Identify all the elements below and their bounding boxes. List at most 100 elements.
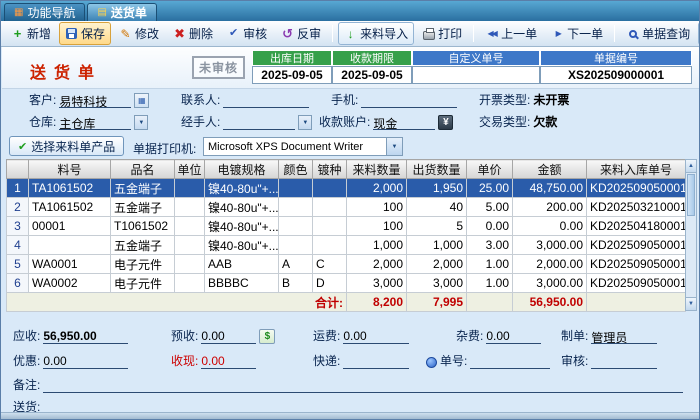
col-header[interactable]: 来料入库单号 [587, 160, 686, 179]
col-header[interactable]: 出货数量 [407, 160, 467, 179]
cell[interactable]: T1061502 [111, 217, 175, 236]
col-header[interactable]: 电镀规格 [205, 160, 279, 179]
maker-input[interactable]: 管理员 [591, 329, 657, 344]
col-header[interactable]: 单位 [175, 160, 205, 179]
cell[interactable]: WA0001 [29, 255, 111, 274]
cash-received-input[interactable]: 0.00 [201, 354, 256, 369]
scroll-up-icon[interactable]: ▲ [686, 160, 696, 173]
audit-button[interactable]: ✔ 审核 [221, 22, 273, 45]
cell[interactable]: 电子元件 [111, 274, 175, 293]
misc-fee-input[interactable]: 0.00 [486, 329, 541, 344]
cell[interactable]: 100 [347, 217, 407, 236]
tab-function-nav[interactable]: ▦ 功能导航 [4, 3, 85, 21]
import-materials-button[interactable]: ↓ 来料导入 [338, 22, 414, 45]
cell[interactable]: 0.00 [467, 217, 513, 236]
cell[interactable]: KD202509050001 [587, 179, 686, 198]
row-number[interactable]: 4 [7, 236, 29, 255]
col-header[interactable]: 镀种 [313, 160, 347, 179]
select-incoming-products-button[interactable]: ✔ 选择来料单产品 [9, 136, 124, 156]
receivable-input[interactable]: 56,950.00 [43, 329, 128, 344]
cell[interactable]: 2,000 [347, 255, 407, 274]
cell[interactable] [313, 217, 347, 236]
tab-delivery-note[interactable]: ▤ 送货单 [87, 3, 156, 21]
cell[interactable]: 1.00 [467, 255, 513, 274]
cell[interactable] [279, 179, 313, 198]
cell[interactable]: C [313, 255, 347, 274]
scroll-down-icon[interactable]: ▼ [686, 297, 696, 310]
lookup-icon[interactable] [426, 357, 437, 368]
cell[interactable]: 3,000.00 [513, 274, 587, 293]
cell[interactable]: 0.00 [513, 217, 587, 236]
table-row[interactable]: 5 WA0001 电子元件 AAB A C 2,000 2,000 1.00 2… [7, 255, 686, 274]
table-row[interactable]: 1 TA1061502 五金端子 镍40-80u"+... 2,000 1,95… [7, 179, 686, 198]
cell[interactable] [313, 179, 347, 198]
cell[interactable]: A [279, 255, 313, 274]
reverse-audit-button[interactable]: ↺ 反审 [275, 22, 327, 45]
express-input[interactable] [343, 354, 409, 369]
cell[interactable]: 40 [407, 198, 467, 217]
row-number[interactable]: 6 [7, 274, 29, 293]
cell[interactable]: 1,000 [407, 236, 467, 255]
cell[interactable]: 5.00 [467, 198, 513, 217]
cell[interactable]: 1,950 [407, 179, 467, 198]
col-header[interactable]: 颜色 [279, 160, 313, 179]
cell[interactable]: 镍40-80u"+... [205, 179, 279, 198]
customer-browse-icon[interactable]: ▦ [134, 93, 149, 108]
new-button[interactable]: + 新增 [5, 22, 57, 45]
cell[interactable] [279, 217, 313, 236]
handler-input[interactable] [223, 115, 295, 130]
cell[interactable]: KD202503210001 [587, 198, 686, 217]
handler-dropdown-icon[interactable]: ▼ [298, 115, 312, 130]
delete-button[interactable]: ✖ 删除 [167, 22, 219, 45]
cell[interactable]: BBBBC [205, 274, 279, 293]
cell[interactable]: 100 [347, 198, 407, 217]
cell[interactable]: 3.00 [467, 236, 513, 255]
cell[interactable]: 镍40-80u"+... [205, 236, 279, 255]
modify-button[interactable]: ✎ 修改 [113, 22, 165, 45]
cell[interactable]: KD202509050001 [587, 274, 686, 293]
cell[interactable]: TA1061502 [29, 198, 111, 217]
cell[interactable] [313, 198, 347, 217]
remark-input[interactable] [43, 378, 683, 393]
col-header[interactable]: 品名 [111, 160, 175, 179]
cell[interactable] [279, 236, 313, 255]
chevron-down-icon[interactable]: ▼ [386, 138, 402, 155]
cell[interactable]: 电子元件 [111, 255, 175, 274]
custom-number-input[interactable] [412, 66, 540, 84]
warehouse-dropdown-icon[interactable]: ▼ [134, 115, 148, 130]
document-number-input[interactable]: XS202509000001 [540, 66, 692, 84]
cell[interactable]: 25.00 [467, 179, 513, 198]
cell[interactable] [175, 236, 205, 255]
money-icon[interactable]: $ [259, 329, 275, 344]
cell[interactable] [175, 255, 205, 274]
row-number[interactable]: 2 [7, 198, 29, 217]
cell[interactable]: 五金端子 [111, 198, 175, 217]
auditor-input[interactable] [591, 354, 657, 369]
cell[interactable]: KD202509050001 [587, 236, 686, 255]
cell[interactable] [279, 198, 313, 217]
cell[interactable]: 2,000.00 [513, 255, 587, 274]
cell[interactable]: 3,000 [347, 274, 407, 293]
prepaid-input[interactable]: 0.00 [201, 329, 256, 344]
cell[interactable]: 2,000 [347, 179, 407, 198]
printer-select[interactable]: Microsoft XPS Document Writer ▼ [203, 137, 403, 156]
cell[interactable]: D [313, 274, 347, 293]
cell[interactable]: 五金端子 [111, 179, 175, 198]
col-header[interactable]: 料号 [29, 160, 111, 179]
payment-deadline-input[interactable]: 2025-09-05 [332, 66, 412, 84]
cell[interactable] [313, 236, 347, 255]
cell[interactable]: KD202509050001 [587, 255, 686, 274]
table-row[interactable]: 2 TA1061502 五金端子 镍40-80u"+... 100 40 5.0… [7, 198, 686, 217]
cell[interactable]: 00001 [29, 217, 111, 236]
cell[interactable]: WA0002 [29, 274, 111, 293]
col-header[interactable]: 单价 [467, 160, 513, 179]
save-button[interactable]: 保存 [59, 22, 111, 45]
cell[interactable]: 五金端子 [111, 236, 175, 255]
row-number[interactable]: 3 [7, 217, 29, 236]
cell[interactable]: KD202504180001 [587, 217, 686, 236]
mobile-input[interactable] [361, 93, 457, 108]
customer-input[interactable]: 易特科技 [59, 93, 131, 108]
row-number[interactable]: 1 [7, 179, 29, 198]
warehouse-input[interactable]: 主仓库 [59, 115, 131, 130]
cell[interactable] [175, 198, 205, 217]
